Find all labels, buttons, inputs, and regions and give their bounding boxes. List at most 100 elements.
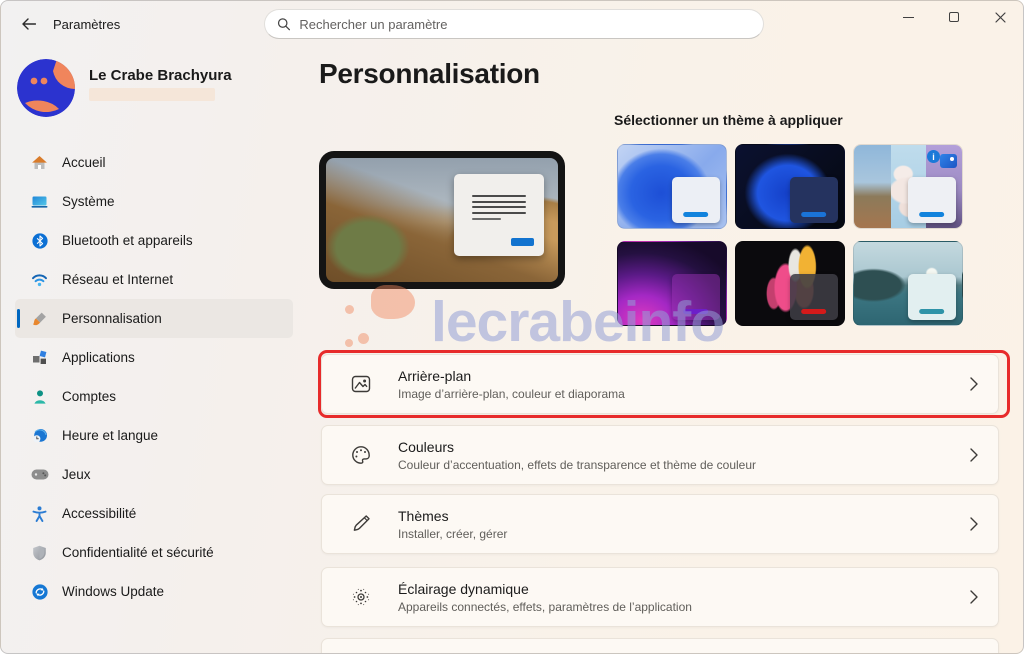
sidebar-item-label: Jeux (62, 467, 91, 482)
theme-card (908, 273, 956, 321)
row-title: Arrière-plan (398, 367, 472, 384)
preview-text-line (472, 194, 526, 197)
row-subtitle: Image d’arrière-plan, couleur et diapora… (398, 386, 625, 401)
theme-accent-pill (682, 211, 709, 217)
themes-brush-icon (353, 515, 370, 531)
preview-accent-button (510, 237, 535, 247)
theme-card (790, 273, 838, 321)
sidebar-item-label: Heure et langue (62, 428, 159, 443)
sidebar-item-label: Comptes (62, 389, 117, 404)
theme-tile-windows-sombre[interactable] (735, 144, 845, 229)
theme-accent-pill (918, 211, 945, 217)
sidebar-item-accueil[interactable]: Accueil (15, 143, 293, 182)
chevron-right-icon (970, 377, 978, 391)
network-wifi-icon (30, 271, 49, 288)
theme-card (672, 273, 720, 321)
bluetooth-icon (30, 232, 49, 249)
sidebar-item-systeme[interactable]: Système (15, 182, 293, 221)
row-subtitle: Installer, créer, gérer (398, 526, 508, 541)
dynamic-lighting-icon (352, 588, 370, 606)
info-icon: i (927, 150, 940, 163)
theme-card (672, 176, 720, 224)
settings-row-arriere-plan[interactable]: Arrière-plan Image d’arrière-plan, coule… (321, 354, 999, 414)
theme-picker-label: Sélectionner un thème à appliquer (614, 112, 843, 128)
sidebar-item-confidentialite[interactable]: Confidentialité et sécurité (15, 533, 293, 572)
theme-accent-pill (800, 308, 827, 314)
sidebar-item-label: Confidentialité et sécurité (62, 545, 214, 560)
app-title: Paramètres (53, 17, 121, 32)
theme-accent-pill (682, 308, 709, 314)
minimize-icon (902, 16, 914, 18)
preview-text-line (472, 200, 526, 203)
profile-name: Le Crabe Brachyura (89, 67, 232, 84)
sidebar-item-bluetooth[interactable]: Bluetooth et appareils (15, 221, 293, 260)
windows-update-icon (30, 583, 49, 600)
row-text: Thèmes Installer, créer, gérer (398, 508, 944, 541)
search-input[interactable] (299, 16, 751, 32)
sidebar-item-label: Accueil (62, 155, 106, 170)
settings-row-eclairage-dynamique[interactable]: Éclairage dynamique Appareils connectés,… (321, 567, 999, 627)
theme-tile-lac-calme[interactable] (853, 241, 963, 326)
maximize-button[interactable] (931, 1, 977, 33)
search-box[interactable] (264, 9, 764, 39)
titlebar: Paramètres (1, 1, 1023, 47)
sidebar-item-windows-update[interactable]: Windows Update (15, 572, 293, 611)
row-text: Arrière-plan Image d’arrière-plan, coule… (398, 368, 944, 401)
personalization-brush-icon (30, 310, 49, 327)
window-controls (885, 1, 1023, 33)
row-subtitle: Appareils connectés, effets, paramètres … (398, 599, 692, 614)
search-icon (277, 18, 291, 31)
sidebar-item-accessibilite[interactable]: Accessibilité (15, 494, 293, 533)
sidebar-item-label: Windows Update (62, 584, 165, 599)
theme-tile-fleur-coloree[interactable] (735, 241, 845, 326)
sidebar-item-reseau[interactable]: Réseau et Internet (15, 260, 293, 299)
row-text: Éclairage dynamique Appareils connectés,… (398, 581, 944, 614)
avatar[interactable] (17, 59, 75, 117)
sidebar-item-label: Système (62, 194, 115, 209)
preview-text-line (472, 212, 526, 215)
theme-preview-window-card (453, 174, 545, 256)
privacy-shield-icon (30, 544, 49, 561)
row-subtitle: Couleur d’accentuation, effets de transp… (398, 457, 757, 472)
sidebar-item-label: Accessibilité (62, 506, 137, 521)
lecrabe-logo-watermark (345, 283, 435, 353)
sidebar-item-personnalisation[interactable]: Personnalisation (15, 299, 293, 338)
row-title: Éclairage dynamique (398, 580, 529, 597)
minimize-button[interactable] (885, 1, 931, 33)
chevron-right-icon (970, 448, 978, 462)
sidebar-item-comptes[interactable]: Comptes (15, 377, 293, 416)
theme-info-badge[interactable]: i (927, 150, 957, 172)
row-title: Couleurs (398, 438, 455, 455)
profile-placeholder-bar (89, 88, 215, 101)
back-button[interactable] (13, 11, 43, 37)
sidebar-item-label: Personnalisation (62, 311, 162, 326)
colors-palette-icon (352, 446, 370, 464)
theme-panel (854, 145, 891, 228)
page-title: Personnalisation (319, 58, 540, 89)
preview-text-line (472, 206, 526, 209)
maximize-icon (949, 12, 959, 22)
settings-row-partial[interactable] (321, 638, 999, 653)
close-button[interactable] (977, 1, 1023, 33)
home-icon (30, 154, 49, 171)
theme-tile-lueur-violette[interactable] (617, 241, 727, 326)
accounts-icon (30, 388, 49, 405)
theme-tile-windows-clair[interactable] (617, 144, 727, 229)
settings-row-themes[interactable]: Thèmes Installer, créer, gérer (321, 494, 999, 554)
sidebar-nav: Accueil Système Bluetooth et appareils R… (15, 143, 293, 611)
preview-text-line (472, 217, 502, 220)
close-icon (994, 11, 1006, 23)
row-text: Couleurs Couleur d’accentuation, effets … (398, 439, 944, 472)
chevron-right-icon (970, 517, 978, 531)
theme-preview-wallpaper (326, 158, 558, 282)
chevron-right-icon (970, 590, 978, 604)
sidebar-item-jeux[interactable]: Jeux (15, 455, 293, 494)
back-arrow-icon (21, 18, 36, 30)
sidebar-item-heure-langue[interactable]: Heure et langue (15, 416, 293, 455)
system-icon (30, 193, 49, 210)
sidebar-item-label: Réseau et Internet (62, 272, 174, 287)
sidebar-item-applications[interactable]: Applications (15, 338, 293, 377)
theme-tile-fleurs-multi-panneaux[interactable]: i (853, 144, 963, 229)
settings-row-couleurs[interactable]: Couleurs Couleur d’accentuation, effets … (321, 425, 999, 485)
theme-preview-device (319, 151, 565, 289)
